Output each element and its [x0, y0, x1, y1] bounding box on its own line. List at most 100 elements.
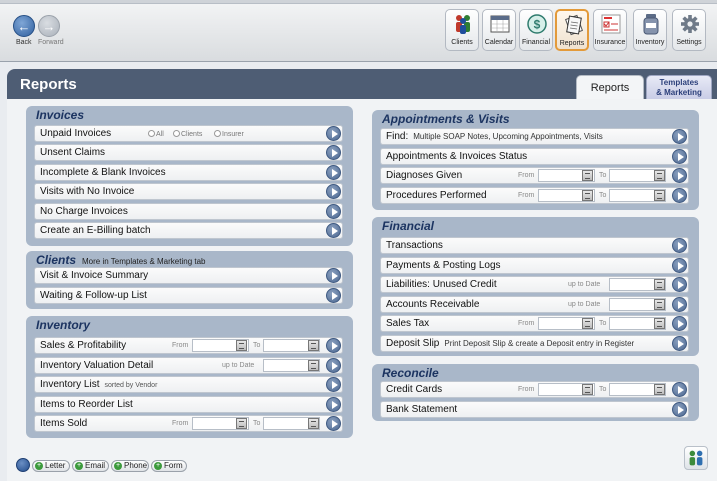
from-label: From [172, 342, 189, 349]
people-glyph-icon [689, 450, 703, 466]
go-arrow-icon[interactable] [672, 258, 687, 273]
from-label: From [518, 172, 535, 179]
sales-profitability-row[interactable]: Sales & Profitability From To [34, 337, 343, 354]
email-button[interactable]: + Email [72, 460, 109, 472]
phone-button[interactable]: + Phone [111, 460, 149, 472]
go-arrow-icon[interactable] [672, 402, 687, 417]
liabilities-row[interactable]: Liabilities: Unused Credit up to Date [380, 276, 689, 293]
calendar-picker-icon[interactable] [654, 384, 665, 395]
transactions-row[interactable]: Transactions [380, 237, 689, 254]
calendar-picker-icon[interactable] [654, 190, 665, 201]
go-arrow-icon[interactable] [672, 277, 687, 292]
visits-no-invoice-row[interactable]: Visits with No Invoice [34, 183, 343, 200]
go-arrow-icon[interactable] [672, 336, 687, 351]
calendar-picker-icon[interactable] [582, 384, 593, 395]
payments-logs-row[interactable]: Payments & Posting Logs [380, 257, 689, 274]
form-button[interactable]: + Form [151, 460, 187, 472]
go-arrow-icon[interactable] [326, 145, 341, 160]
visit-summary-row[interactable]: Visit & Invoice Summary [34, 267, 343, 284]
credit-cards-row[interactable]: Credit Cards From To [380, 381, 689, 398]
deposit-slip-row[interactable]: Deposit Slip Print Deposit Slip & create … [380, 335, 689, 352]
go-arrow-icon[interactable] [672, 297, 687, 312]
settings-button[interactable]: Settings [672, 9, 706, 51]
inventory-title: Inventory [36, 318, 91, 332]
calendar-button[interactable]: Calendar [482, 9, 516, 51]
tab-templates-line1: Templates [659, 78, 699, 87]
bank-statement-row[interactable]: Bank Statement [380, 401, 689, 418]
go-arrow-icon[interactable] [326, 268, 341, 283]
radio-insurer[interactable]: Insurer [214, 130, 244, 138]
inventory-button[interactable]: Inventory [633, 9, 667, 51]
tab-reports[interactable]: Reports [576, 75, 644, 101]
calendar-picker-icon[interactable] [236, 340, 247, 351]
settings-label: Settings [676, 39, 702, 46]
forward-arrow-icon[interactable]: → [38, 15, 60, 37]
diagnoses-row[interactable]: Diagnoses Given From To [380, 167, 689, 184]
calendar-picker-icon[interactable] [236, 418, 247, 429]
sales-tax-label: Sales Tax [386, 318, 430, 329]
go-arrow-icon[interactable] [326, 397, 341, 412]
back-label: Back [16, 39, 32, 46]
calendar-picker-icon[interactable] [654, 279, 665, 290]
calendar-picker-icon[interactable] [308, 340, 319, 351]
unsent-claims-row[interactable]: Unsent Claims [34, 144, 343, 161]
radio-all[interactable]: All [148, 130, 164, 138]
go-arrow-icon[interactable] [672, 316, 687, 331]
waiting-followup-label: Waiting & Follow-up List [40, 290, 147, 301]
calendar-picker-icon[interactable] [582, 170, 593, 181]
clients-people-icon[interactable] [684, 446, 708, 470]
calendar-picker-icon[interactable] [654, 299, 665, 310]
calendar-picker-icon[interactable] [308, 360, 319, 371]
go-arrow-icon[interactable] [326, 377, 341, 392]
valuation-detail-row[interactable]: Inventory Valuation Detail up to Date [34, 357, 343, 374]
go-arrow-icon[interactable] [326, 204, 341, 219]
go-arrow-icon[interactable] [672, 238, 687, 253]
go-arrow-icon[interactable] [326, 165, 341, 180]
ebilling-row[interactable]: Create an E-Billing batch [34, 222, 343, 239]
receivable-row[interactable]: Accounts Receivable up to Date [380, 296, 689, 313]
items-sold-row[interactable]: Items Sold From To [34, 415, 343, 432]
calendar-picker-icon[interactable] [654, 170, 665, 181]
main-toolbar: ← → Back Forward Clients Calendar $ Fina… [0, 0, 717, 62]
back-arrow-icon[interactable]: ← [13, 15, 35, 37]
radio-clients[interactable]: Clients [173, 130, 202, 138]
find-row[interactable]: Find: Multiple SOAP Notes, Upcoming Appoi… [380, 128, 689, 145]
appointments-status-row[interactable]: Appointments & Invoices Status [380, 148, 689, 165]
toolbar-top-border [0, 0, 717, 4]
no-charge-invoices-row[interactable]: No Charge Invoices [34, 203, 343, 220]
go-arrow-icon[interactable] [326, 416, 341, 431]
go-arrow-icon[interactable] [326, 126, 341, 141]
go-arrow-icon[interactable] [672, 168, 687, 183]
go-arrow-icon[interactable] [326, 358, 341, 373]
form-label: Form [164, 461, 183, 470]
financial-button[interactable]: $ Financial [519, 9, 553, 51]
calendar-picker-icon[interactable] [582, 190, 593, 201]
incomplete-invoices-row[interactable]: Incomplete & Blank Invoices [34, 164, 343, 181]
sales-tax-row[interactable]: Sales Tax From To [380, 315, 689, 332]
go-arrow-icon[interactable] [672, 129, 687, 144]
reports-button[interactable]: Reports [555, 9, 589, 51]
tab-templates-line2: & Marketing [656, 88, 702, 97]
letter-button[interactable]: + Letter [32, 460, 70, 472]
clients-button[interactable]: Clients [445, 9, 479, 51]
calendar-picker-icon[interactable] [582, 318, 593, 329]
go-arrow-icon[interactable] [326, 223, 341, 238]
inventory-list-row[interactable]: Inventory List sorted by Vendor [34, 376, 343, 393]
link-icon[interactable] [16, 458, 30, 472]
find-label: Find: Multiple SOAP Notes, Upcoming Appoi… [386, 131, 603, 142]
tab-templates-marketing[interactable]: Templates & Marketing [646, 75, 712, 99]
go-arrow-icon[interactable] [672, 149, 687, 164]
unpaid-invoices-row[interactable]: Unpaid Invoices All Clients Insurer [34, 125, 343, 142]
calendar-picker-icon[interactable] [308, 418, 319, 429]
calendar-picker-icon[interactable] [654, 318, 665, 329]
insurance-button[interactable]: Insurance [593, 9, 627, 51]
go-arrow-icon[interactable] [672, 188, 687, 203]
go-arrow-icon[interactable] [326, 288, 341, 303]
go-arrow-icon[interactable] [326, 338, 341, 353]
go-arrow-icon[interactable] [326, 184, 341, 199]
go-arrow-icon[interactable] [672, 382, 687, 397]
reorder-list-row[interactable]: Items to Reorder List [34, 396, 343, 413]
to-label: To [253, 342, 261, 349]
waiting-followup-row[interactable]: Waiting & Follow-up List [34, 287, 343, 304]
procedures-row[interactable]: Procedures Performed From To [380, 187, 689, 204]
